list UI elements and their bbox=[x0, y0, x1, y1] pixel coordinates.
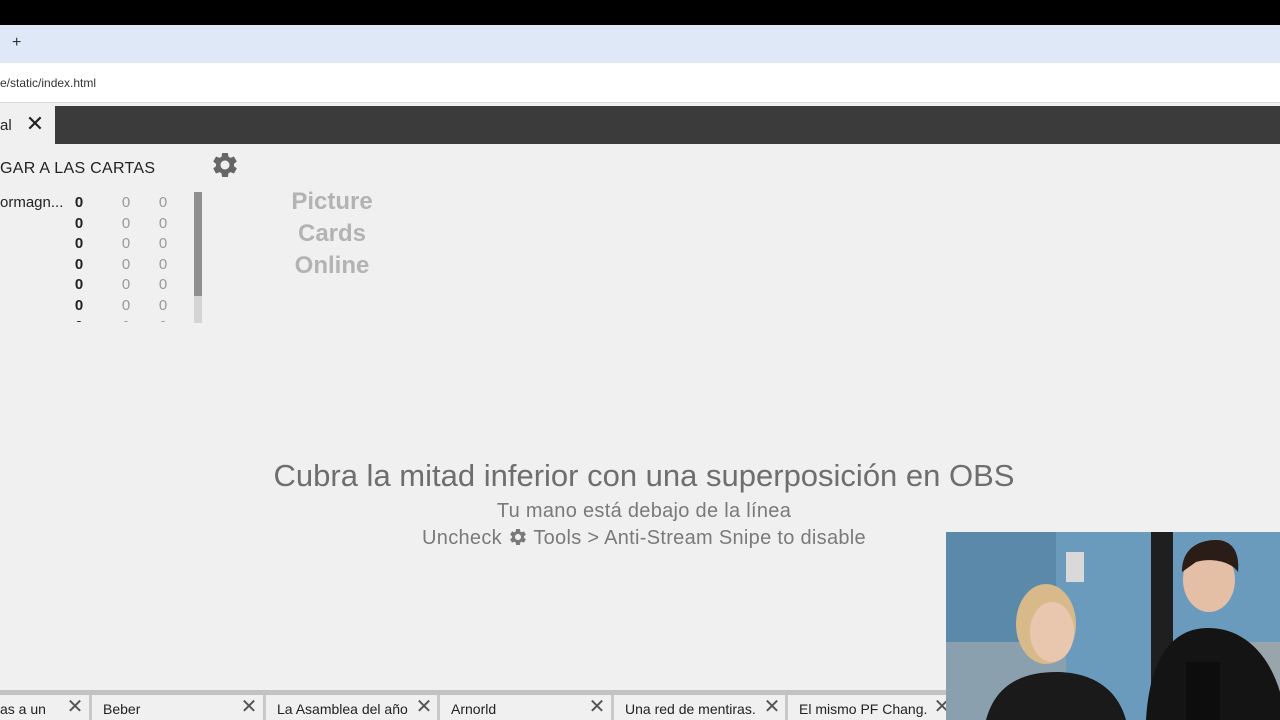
browser-tab-strip: + bbox=[0, 25, 1280, 63]
game-title: GAR A LAS CARTAS bbox=[0, 160, 156, 177]
overlay-notice-subtitle: Tu mano está debajo de la línea bbox=[496, 500, 792, 522]
close-icon[interactable]: ✕ bbox=[25, 113, 45, 135]
scrollbar-thumb[interactable] bbox=[194, 192, 202, 296]
card-tab[interactable]: El mismo PF Chang. ✕ bbox=[791, 695, 951, 720]
player-score: 0 bbox=[74, 235, 84, 253]
tip-suffix: Tools > Anti-Stream Snipe to disable bbox=[533, 527, 866, 549]
player-stat-a: 0 bbox=[121, 214, 131, 232]
card-tab-label: as a un bbox=[0, 701, 46, 717]
gear-icon bbox=[508, 527, 528, 547]
score-row: 0 0 0 bbox=[0, 254, 190, 275]
logo-line: Picture bbox=[291, 188, 373, 215]
player-stat-a: 0 bbox=[121, 235, 131, 253]
logo-line: Cards bbox=[297, 220, 367, 247]
close-icon[interactable]: ✕ bbox=[240, 697, 258, 717]
player-stat-b: 0 bbox=[158, 276, 168, 294]
player-stat-b: 0 bbox=[158, 214, 168, 232]
score-row: 0 0 0 bbox=[0, 316, 190, 322]
player-score: 0 bbox=[74, 255, 84, 273]
logo-line: Online bbox=[294, 252, 370, 279]
card-tab[interactable]: Beber ✕ bbox=[95, 695, 266, 720]
player-stat-b: 0 bbox=[158, 235, 168, 253]
score-row: 0 0 0 bbox=[0, 233, 190, 254]
app-tab-bar: al ✕ bbox=[0, 106, 1280, 144]
card-tab[interactable]: Arnorld ✕ bbox=[443, 695, 614, 720]
close-icon[interactable]: ✕ bbox=[588, 697, 606, 717]
card-tab[interactable]: Una red de mentiras. ✕ bbox=[617, 695, 788, 720]
card-tab[interactable]: La Asamblea del año ✕ bbox=[269, 695, 440, 720]
player-stat-b: 0 bbox=[158, 255, 168, 273]
player-stat-a: 0 bbox=[121, 194, 131, 211]
player-score: 0 bbox=[74, 276, 84, 294]
card-tab-label: Beber bbox=[103, 701, 141, 717]
player-stat-a: 0 bbox=[121, 255, 131, 273]
player-stat-a: 0 bbox=[121, 276, 131, 294]
player-stat-b: 0 bbox=[158, 194, 168, 211]
new-tab-button[interactable]: + bbox=[12, 33, 21, 53]
card-tab-label: Arnorld bbox=[451, 701, 497, 717]
tip-prefix: Uncheck bbox=[422, 527, 502, 549]
player-score: 0 bbox=[74, 214, 84, 232]
close-icon[interactable]: ✕ bbox=[415, 697, 433, 717]
scoreboard-scrollbar[interactable] bbox=[194, 192, 202, 323]
score-row: ormagn... 0 0 0 bbox=[0, 192, 190, 213]
player-name: ormagn... bbox=[0, 194, 64, 211]
overlay-notice-title: Cubra la mitad inferior con una superpos… bbox=[273, 458, 1015, 493]
card-tab-label: El mismo PF Chang. bbox=[799, 701, 928, 717]
player-score: 0 bbox=[73, 318, 85, 322]
close-icon[interactable]: ✕ bbox=[66, 697, 84, 717]
webcam-overlay bbox=[946, 532, 1280, 720]
score-row: 0 0 0 bbox=[0, 295, 190, 316]
address-bar[interactable]: e/static/index.html bbox=[0, 63, 1280, 103]
app-tab-label: al bbox=[0, 117, 12, 134]
settings-gear-icon[interactable] bbox=[210, 150, 240, 180]
player-stat-a: 0 bbox=[121, 296, 131, 314]
scoreboard: ormagn... 0 0 0 0 0 0 0 0 0 0 0 0 0 0 0 bbox=[0, 192, 190, 322]
player-stat-a: 0 bbox=[120, 318, 132, 322]
app-tab-active[interactable]: al ✕ bbox=[0, 106, 55, 144]
card-tab-label: La Asamblea del año bbox=[277, 701, 408, 717]
score-row: 0 0 0 bbox=[0, 213, 190, 234]
score-row: 0 0 0 bbox=[0, 274, 190, 295]
close-icon[interactable]: ✕ bbox=[763, 697, 781, 717]
game-logo: Picture Cards Online bbox=[270, 186, 394, 282]
os-top-bar bbox=[0, 0, 1280, 25]
url-text[interactable]: e/static/index.html bbox=[0, 76, 96, 90]
player-score: 0 bbox=[74, 296, 84, 314]
player-stat-b: 0 bbox=[157, 318, 169, 322]
card-tab-label: Una red de mentiras. bbox=[625, 701, 756, 717]
player-stat-b: 0 bbox=[158, 296, 168, 314]
card-tab[interactable]: as a un ✕ bbox=[0, 695, 92, 720]
player-score: 0 bbox=[74, 194, 84, 211]
